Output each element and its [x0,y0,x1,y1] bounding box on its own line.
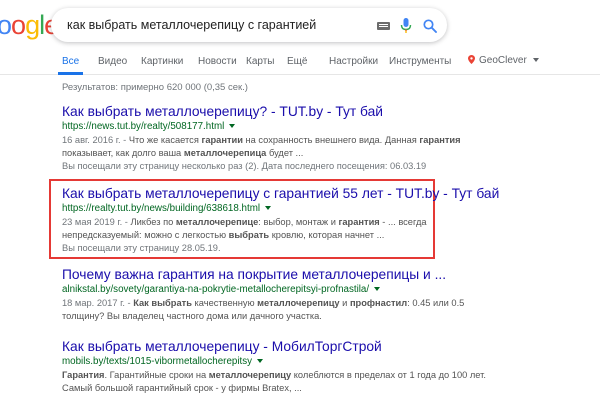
search-box[interactable]: как выбрать металлочерепицу с гарантией [51,8,447,42]
result-url[interactable]: mobils.by/texts/1015-vibormetallocherepi… [62,355,522,369]
snippet-keyword: металлочерепица [183,148,267,158]
snippet-keyword: металлочерепице [175,217,259,227]
result-visited-note: Вы посещали эту страницу 28.05.19. [62,243,221,253]
search-result: Почему важна гарантия на покрытие металл… [62,266,522,323]
snippet-text: непредсказуемый: можно с легкостью [62,230,229,240]
snippet-keyword: металлочерепицу [208,370,292,380]
snippet-text: показывает, как долго ваша [62,148,184,158]
search-tabs: Все Видео Картинки Новости Карты Ещё Нас… [0,47,600,75]
snippet-text: - ... всегда [379,217,427,227]
search-result: Как выбрать металлочерепицу? - TUT.by - … [62,103,522,173]
snippet-line: 16 авг. 2016 г. - Что же касается гарант… [62,134,522,147]
snippet-line: толщину? Вы владелец частного дома или д… [62,310,522,323]
tab-news[interactable]: Новости [198,56,237,67]
tab-settings[interactable]: Настройки [329,56,378,67]
result-visited-note: Вы посещали эту страницу несколько раз (… [62,161,427,171]
snippet-line: Самый большой гарантийный срок - у фирмы… [62,382,522,395]
url-menu-caret-icon[interactable] [265,206,272,210]
snippet-text: будет ... [266,148,304,158]
result-date: 18 мар. 2017 г. - [62,298,131,308]
tab-all[interactable]: Все [62,56,79,67]
tab-maps[interactable]: Карты [246,56,275,67]
search-icon[interactable] [423,19,437,33]
keyboard-icon[interactable] [377,22,390,30]
result-title-link[interactable]: Почему важна гарантия на покрытие металл… [62,266,522,283]
search-result: Как выбрать металлочерепицу - МобилТоргС… [62,338,522,395]
tab-tools[interactable]: Инструменты [389,56,451,67]
snippet-text: : выбор, монтаж и [258,217,339,227]
snippet-text: и [339,298,350,308]
location-pin-icon [468,55,475,64]
results-stats: Результатов: примерно 620 000 (0,35 сек.… [62,82,248,93]
result-snippet: 18 мар. 2017 г. - Как выбрать качественн… [62,297,522,323]
snippet-keyword: гарантии [201,135,243,145]
snippet-text: кровлю, которая начнет ... [269,230,385,240]
snippet-text: толщину? Вы владелец частного дома или д… [62,311,322,321]
snippet-keyword: Как выбрать [133,298,192,308]
chevron-down-icon [532,58,539,62]
snippet-text: . Гарантийные сроки на [104,370,209,380]
tab-images[interactable]: Картинки [141,56,183,67]
search-result: Как выбрать металлочерепицу с гарантией … [62,185,522,255]
snippet-keyword: металлочерепицу [257,298,340,308]
tab-more[interactable]: Ещё [287,56,307,67]
result-title-link[interactable]: Как выбрать металлочерепицу? - TUT.by - … [62,103,522,120]
location-label: GeoClever [479,55,527,66]
result-date: 23 мая 2019 г. - [62,217,128,227]
snippet-line: 18 мар. 2017 г. - Как выбрать качественн… [62,297,522,310]
snippet-line: 23 мая 2019 г. - Ликбез по металлочерепи… [62,216,522,229]
url-menu-caret-icon[interactable] [257,359,264,363]
result-title-link[interactable]: Как выбрать металлочерепицу - МобилТоргС… [62,338,522,355]
google-logo[interactable]: oogle [0,12,59,39]
result-title-link[interactable]: Как выбрать металлочерепицу с гарантией … [62,185,522,202]
snippet-keyword: гарантия [419,135,461,145]
result-url[interactable]: https://realty.tut.by/news/building/6386… [62,202,522,216]
result-url[interactable]: https://news.tut.by/realty/508177.html [62,120,522,134]
snippet-line: непредсказуемый: можно с легкостью выбра… [62,229,522,242]
snippet-text: на сохранность внешнего вида. Данная [242,135,420,145]
result-url[interactable]: alnikstal.by/sovety/garantiya-na-pokryti… [62,283,522,297]
result-snippet: 16 авг. 2016 г. - Что же касается гарант… [62,134,522,160]
snippet-text: Самый большой гарантийный срок - у фирмы… [62,383,302,393]
snippet-text: колеблются в пределах от 1 года до 100 л… [291,370,486,380]
snippet-keyword: профнастил [349,298,408,308]
snippet-text: качественную [191,298,258,308]
tab-video[interactable]: Видео [98,56,127,67]
result-snippet: 23 мая 2019 г. - Ликбез по металлочерепи… [62,216,522,242]
snippet-line: Гарантия. Гарантийные сроки на металлоче… [62,369,522,382]
search-input[interactable]: как выбрать металлочерепицу с гарантией [67,18,316,32]
url-menu-caret-icon[interactable] [229,124,236,128]
snippet-text: Что же касается [126,135,202,145]
snippet-text: Ликбез по [127,217,176,227]
location-selector[interactable]: GeoClever [468,55,539,66]
microphone-icon[interactable] [400,18,412,34]
url-menu-caret-icon[interactable] [374,287,381,291]
result-snippet: Гарантия. Гарантийные сроки на металлоче… [62,369,522,395]
snippet-keyword: Гарантия [62,370,105,380]
active-tab-indicator [58,72,83,75]
snippet-keyword: гарантия [338,217,380,227]
snippet-keyword: выбрать [228,230,270,240]
snippet-text: : 0.45 или 0.5 [407,298,465,308]
result-date: 16 авг. 2016 г. - [62,135,127,145]
snippet-line: показывает, как долго ваша металлочерепи… [62,147,522,160]
